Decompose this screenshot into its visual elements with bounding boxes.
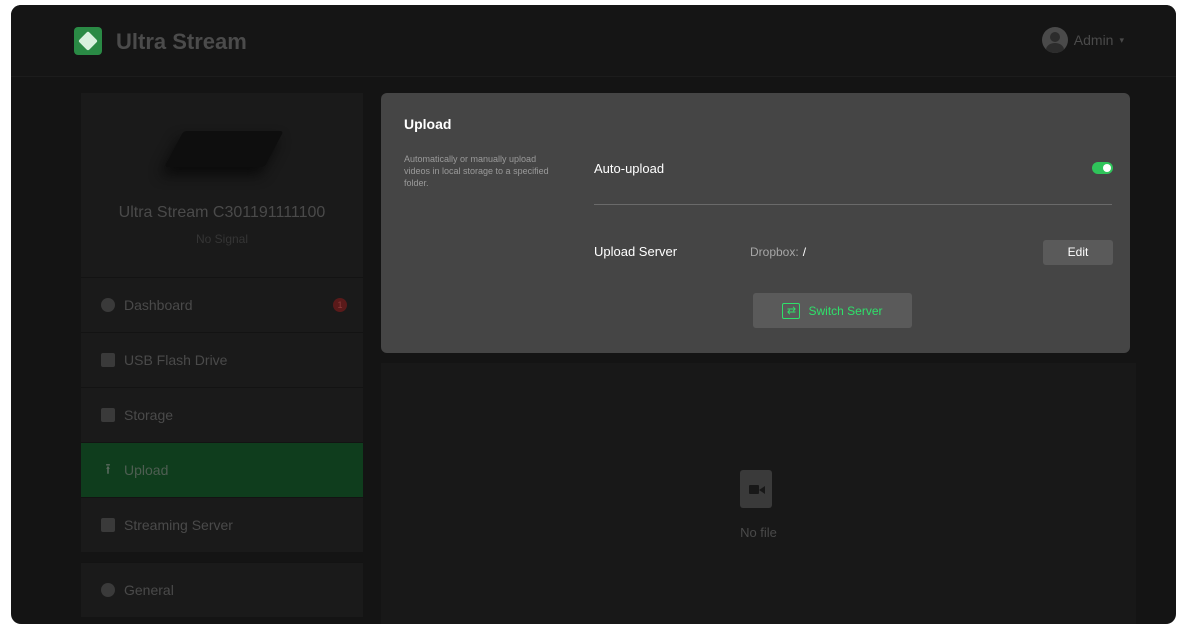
device-name: Ultra Stream C301191111100 <box>118 204 326 221</box>
upload-panel: Upload Automatically or manually upload … <box>381 93 1130 353</box>
server-path: / <box>802 245 807 259</box>
device-image <box>164 131 284 167</box>
sidebar-item-label: Storage <box>124 407 174 423</box>
panel-description: Automatically or manually upload videos … <box>404 154 549 188</box>
dashboard-icon <box>101 298 115 312</box>
sidebar-item-label: Upload <box>124 462 169 478</box>
gear-icon <box>101 583 115 597</box>
server-provider: Dropbox: <box>750 245 799 259</box>
sidebar-item-dashboard[interactable]: Dashboard 1 <box>81 277 363 332</box>
sidebar-gap <box>81 552 363 562</box>
video-file-icon <box>740 470 772 508</box>
server-value: Dropbox: / <box>750 245 806 259</box>
switch-server-button[interactable]: ⇄ Switch Server <box>753 293 912 328</box>
upload-server-label: Upload Server <box>594 244 678 259</box>
sidebar-item-storage[interactable]: Storage <box>81 387 363 442</box>
sidebar-item-label: USB Flash Drive <box>124 352 228 368</box>
sidebar-item-general[interactable]: General <box>81 562 363 617</box>
device-card: Ultra Stream C301191111100 No Signal <box>81 93 363 277</box>
switch-arrows-icon: ⇄ <box>782 302 801 319</box>
divider <box>594 204 1112 205</box>
app-title: Ultra Stream <box>116 29 247 54</box>
notification-badge: 1 <box>333 298 347 312</box>
sidebar-item-label: Streaming Server <box>124 517 233 533</box>
sidebar-item-streaming-server[interactable]: Streaming Server <box>81 497 363 552</box>
user-name: Admin <box>1073 32 1114 48</box>
empty-state-text: No file <box>740 525 777 540</box>
edit-button[interactable]: Edit <box>1043 240 1113 265</box>
chevron-down-icon: ▾ <box>1119 34 1124 45</box>
sidebar-item-upload[interactable]: ⭱ Upload <box>81 442 363 497</box>
sidebar-item-label: General <box>124 582 174 598</box>
auto-upload-label: Auto-upload <box>594 161 665 176</box>
switch-server-label: Switch Server <box>808 303 883 318</box>
avatar <box>1041 27 1068 53</box>
user-menu[interactable]: Admin ▾ <box>1041 27 1124 53</box>
server-icon <box>101 518 115 532</box>
usb-drive-icon <box>101 353 115 367</box>
file-list-area: No file <box>381 363 1136 624</box>
upload-icon: ⭱ <box>105 461 111 478</box>
device-status: No Signal <box>195 232 249 246</box>
sd-card-icon <box>101 408 115 422</box>
app-window: Ultra Stream Admin ▾ Ultra Stream C30119… <box>11 5 1176 624</box>
app-logo-icon <box>74 27 102 55</box>
top-bar: Ultra Stream Admin ▾ <box>11 5 1176 77</box>
sidebar-item-usb-flash-drive[interactable]: USB Flash Drive <box>81 332 363 387</box>
panel-title: Upload <box>404 116 452 132</box>
sidebar: Ultra Stream C301191111100 No Signal Das… <box>81 93 363 617</box>
sidebar-item-label: Dashboard <box>124 297 193 313</box>
auto-upload-toggle[interactable] <box>1092 162 1113 174</box>
